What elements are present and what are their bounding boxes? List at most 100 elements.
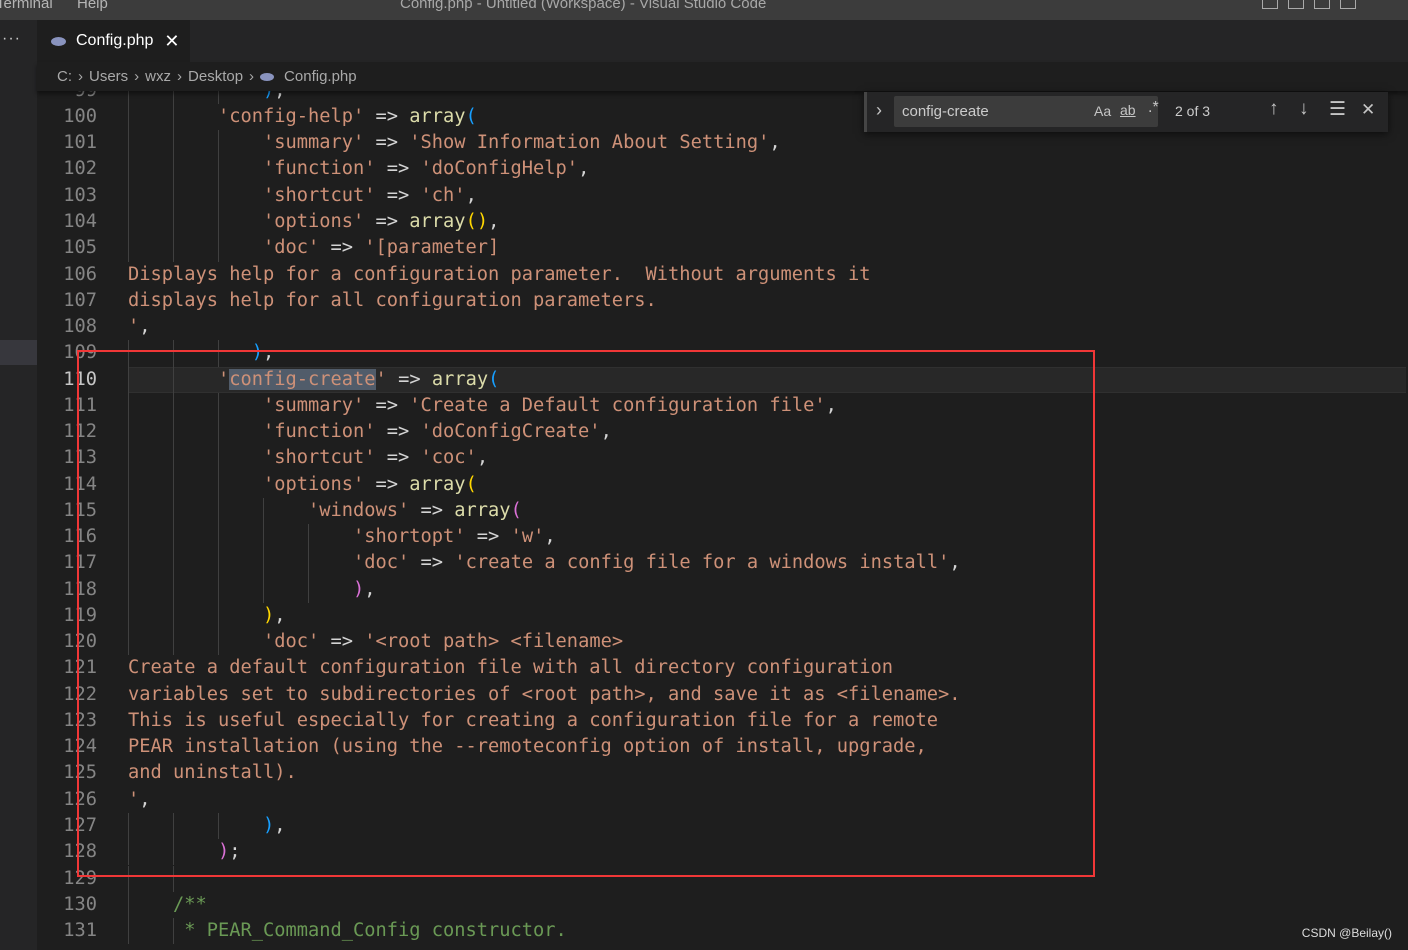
line-number: 128 <box>63 841 97 863</box>
line-number: 102 <box>63 158 97 180</box>
window-title: Config.php - Untitled (Workspace) - Visu… <box>400 0 767 12</box>
code-line[interactable]: 109 ), <box>37 340 1408 367</box>
find-in-selection-icon[interactable]: ☰ <box>1329 98 1346 121</box>
code-text: 'function' => 'doConfigCreate', <box>128 419 612 445</box>
code-line[interactable]: 119 ), <box>37 602 1408 630</box>
code-token: 'shortcut' <box>263 184 376 206</box>
activity-item-active[interactable] <box>0 340 37 365</box>
code-token: 'Show Information About Setting' <box>409 132 770 154</box>
close-find-icon[interactable]: ✕ <box>1361 100 1375 120</box>
code-line[interactable]: 122 variables set to subdirectories of <r… <box>37 682 1408 708</box>
code-line[interactable]: 118 ), <box>37 576 1408 603</box>
code-token: PEAR installation (using the --remotecon… <box>128 736 927 758</box>
code-line[interactable]: 108 ', <box>37 314 1408 340</box>
code-line[interactable]: 128 ); <box>37 839 1408 866</box>
code-line[interactable]: 115 'windows' => array( <box>37 497 1408 525</box>
customize-layout-icon[interactable] <box>1340 0 1356 9</box>
code-text: 'config-help' => array( <box>128 104 477 130</box>
line-number: 105 <box>63 237 97 259</box>
code-line[interactable]: 131 * PEAR_Command_Config constructor. <box>37 918 1408 945</box>
line-number: 127 <box>63 814 97 836</box>
previous-match-arrow-up-icon[interactable]: ↑ <box>1269 98 1279 120</box>
code-token: 'function' <box>263 421 376 443</box>
code-token: , <box>476 447 489 469</box>
code-token: * PEAR_Command_Config constructor. <box>184 920 567 942</box>
code-line[interactable]: 125 and uninstall). <box>37 760 1408 786</box>
code-line[interactable]: 107 displays help for all configuration p… <box>37 288 1408 314</box>
code-line[interactable]: 127 ), <box>37 812 1408 840</box>
close-icon[interactable]: ✕ <box>164 31 179 52</box>
tab-config-php[interactable]: Config.php ✕ <box>37 20 190 62</box>
code-line[interactable]: 120 'doc' => '<root path> <filename> <box>37 629 1408 656</box>
code-token: This is useful especially for creating a… <box>128 709 939 731</box>
code-line[interactable]: 117 'doc' => 'create a config file for a… <box>37 550 1408 577</box>
breadcrumb-desktop[interactable]: Desktop <box>188 68 243 85</box>
line-number: 130 <box>63 893 97 915</box>
code-token: 'doConfigCreate' <box>420 421 601 443</box>
code-line[interactable]: 121 Create a default configuration file w… <box>37 655 1408 681</box>
breadcrumb-users[interactable]: Users <box>89 68 128 85</box>
code-line[interactable]: 110 'config-create' => array( <box>37 366 1408 393</box>
code-token: => <box>319 631 365 653</box>
line-number: 124 <box>63 736 97 758</box>
php-file-icon <box>51 36 66 46</box>
code-token: displays help for all configuration para… <box>128 289 657 311</box>
code-line[interactable]: 111 'summary' => 'Create a Default confi… <box>37 392 1408 420</box>
code-line[interactable]: 102 'function' => 'doConfigHelp', <box>37 156 1408 183</box>
code-line[interactable]: 116 'shortopt' => 'w', <box>37 524 1408 551</box>
code-line[interactable]: 105 'doc' => '[parameter] <box>37 235 1408 262</box>
line-number: 101 <box>63 132 97 154</box>
toggle-secondary-sidebar-icon[interactable] <box>1314 0 1330 9</box>
menu-terminal[interactable]: Terminal <box>0 0 53 12</box>
code-line[interactable]: 106 Displays help for a configuration par… <box>37 262 1408 288</box>
more-icon[interactable]: ··· <box>2 30 21 48</box>
code-editor[interactable]: 99 ),100 'config-help' => array(101 'sum… <box>37 91 1408 950</box>
code-line[interactable]: 101 'summary' => 'Show Information About… <box>37 130 1408 157</box>
code-line[interactable]: 124 PEAR installation (using the --remote… <box>37 734 1408 760</box>
code-token: ) <box>218 841 230 863</box>
toggle-panel-icon[interactable] <box>1288 0 1304 9</box>
breadcrumb-file[interactable]: Config.php <box>284 68 357 85</box>
code-token: Create a default configuration file with… <box>128 657 894 679</box>
breadcrumb-wxz[interactable]: wxz <box>145 68 171 85</box>
line-number: 107 <box>63 289 97 311</box>
toggle-sidebar-icon[interactable] <box>1262 0 1278 9</box>
chevron-right-icon: › <box>78 68 83 85</box>
code-line[interactable]: 112 'function' => 'doConfigCreate', <box>37 419 1408 446</box>
code-line[interactable]: 104 'options' => array(), <box>37 209 1408 236</box>
toggle-replace-chevron-icon[interactable]: › <box>876 100 882 121</box>
menu-help[interactable]: Help <box>77 0 108 12</box>
code-token: ) <box>263 814 275 836</box>
code-text: displays help for all configuration para… <box>128 288 657 314</box>
find-match-highlight: config-create <box>229 368 376 390</box>
whole-word-icon[interactable]: ab <box>1120 102 1136 118</box>
code-text: ); <box>128 839 241 865</box>
code-text: 'config-create' => array( <box>128 367 499 393</box>
code-line[interactable]: 130 /** <box>37 891 1408 918</box>
regex-icon[interactable]: .* <box>1148 99 1159 117</box>
code-token: () <box>465 211 489 232</box>
line-number: 111 <box>63 394 97 416</box>
breadcrumb-drive[interactable]: C: <box>57 68 72 85</box>
next-match-arrow-down-icon[interactable]: ↓ <box>1299 98 1309 120</box>
find-input[interactable]: config-create Aa ab .* <box>894 96 1159 127</box>
indent-guide <box>128 865 129 892</box>
code-line[interactable]: 129 <box>37 865 1408 892</box>
code-line[interactable]: 114 'options' => array( <box>37 471 1408 498</box>
code-token: /** <box>173 893 207 915</box>
code-line[interactable]: 126 ', <box>37 787 1408 813</box>
code-line[interactable]: 103 'shortcut' => 'ch', <box>37 182 1408 209</box>
code-token: ( <box>510 499 522 521</box>
code-line[interactable]: 123 This is useful especially for creatin… <box>37 708 1408 734</box>
code-line[interactable]: 113 'shortcut' => 'coc', <box>37 445 1408 472</box>
code-token: => <box>375 421 421 443</box>
match-case-icon[interactable]: Aa <box>1094 103 1111 119</box>
line-number: 119 <box>63 604 97 626</box>
